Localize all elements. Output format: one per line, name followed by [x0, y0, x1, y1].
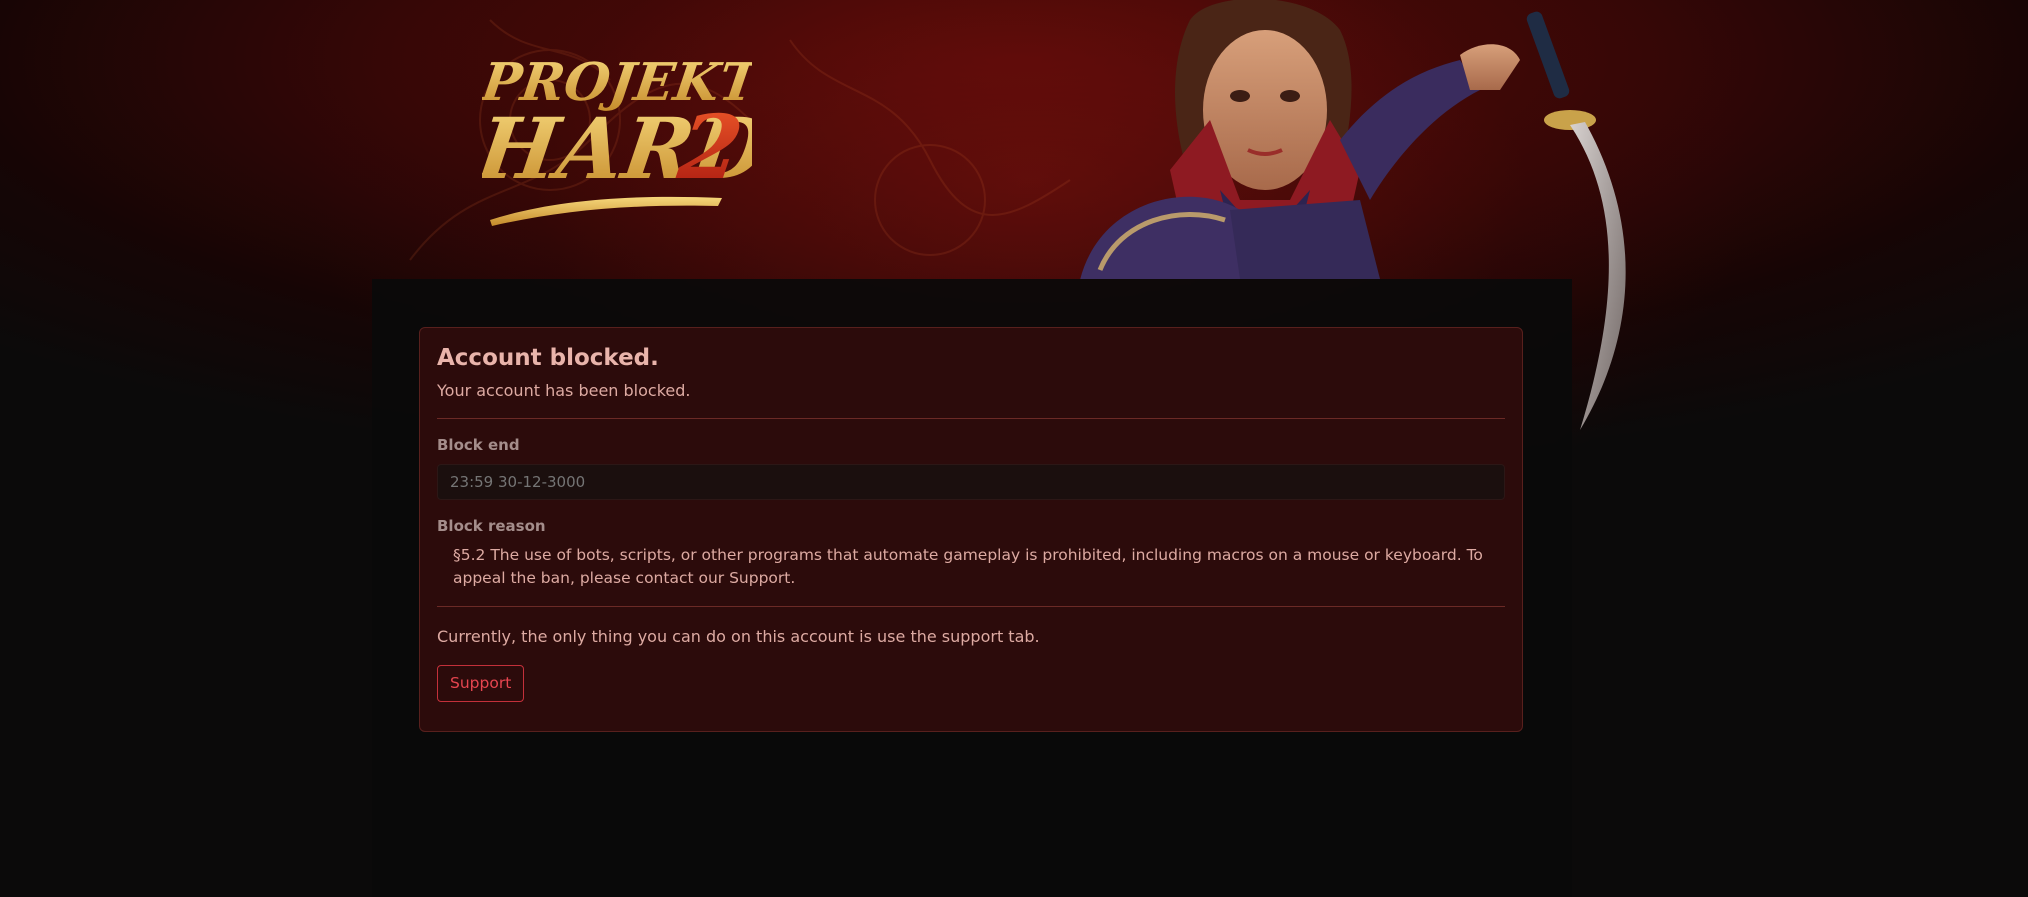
- projekt-hard-2-logo: PROJEKT HARD 2: [482, 52, 752, 226]
- divider: [437, 606, 1505, 607]
- block-reason-label: Block reason: [437, 517, 546, 535]
- alert-title: Account blocked.: [437, 345, 659, 371]
- block-end-field[interactable]: [437, 464, 1505, 500]
- account-blocked-alert: Account blocked. Your account has been b…: [419, 327, 1523, 732]
- logo-swoosh: [490, 196, 722, 226]
- alert-message: Your account has been blocked.: [437, 381, 691, 400]
- divider: [437, 418, 1505, 419]
- block-reason-text: §5.2 The use of bots, scripts, or other …: [453, 546, 1483, 587]
- support-button[interactable]: Support: [437, 665, 525, 702]
- support-info-text: Currently, the only thing you can do on …: [437, 627, 1040, 646]
- block-end-label: Block end: [437, 436, 520, 454]
